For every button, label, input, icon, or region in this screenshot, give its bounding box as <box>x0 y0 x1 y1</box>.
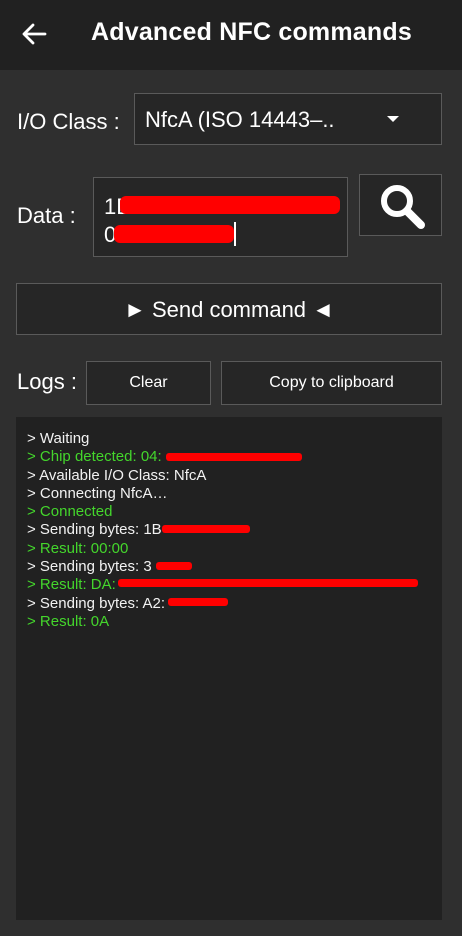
log-line: > Result: 0A <box>27 612 110 630</box>
redaction-mark <box>166 453 302 461</box>
back-button[interactable] <box>14 14 54 54</box>
text-caret <box>234 222 236 246</box>
redaction-mark <box>162 525 250 533</box>
redaction-mark <box>168 598 228 606</box>
app-bar: Advanced NFC commands <box>0 0 462 70</box>
copy-to-clipboard-button[interactable]: Copy to clipboard <box>221 361 442 405</box>
data-input[interactable]: 1B 0 <box>93 177 348 257</box>
log-line: > Result: 00:00 <box>27 539 129 557</box>
io-class-select[interactable]: NfcA (ISO 14443–.. <box>134 93 442 145</box>
data-label: Data : <box>17 203 76 228</box>
redaction-mark <box>114 225 234 243</box>
redaction-mark <box>156 562 192 570</box>
log-line: > Connecting NfcA… <box>27 484 168 502</box>
io-class-selected-value: NfcA (ISO 14443–.. <box>145 107 335 132</box>
caret-down-icon <box>387 116 399 122</box>
send-command-button[interactable]: ► Send command ◄ <box>16 283 442 335</box>
log-line: > Connected <box>27 503 113 521</box>
log-line: > Available I/O Class: NfcA <box>27 466 207 484</box>
arrow-left-icon <box>22 23 47 45</box>
logs-label: Logs : <box>17 369 77 394</box>
log-line: > Waiting <box>27 430 90 447</box>
page-title: Advanced NFC commands <box>91 18 412 46</box>
send-command-label: ► Send command ◄ <box>124 297 334 322</box>
redaction-mark <box>120 196 340 214</box>
logs-panel[interactable]: > Waiting > Chip detected: 04: > Available… <box>16 417 442 920</box>
app-root: Advanced NFC commands I/O Class : NfcA (… <box>0 0 462 936</box>
search-button[interactable] <box>359 174 442 236</box>
magnifier-icon <box>381 185 425 229</box>
redaction-mark <box>118 579 418 587</box>
io-class-label: I/O Class : <box>17 109 120 134</box>
clear-button[interactable]: Clear <box>86 361 211 405</box>
